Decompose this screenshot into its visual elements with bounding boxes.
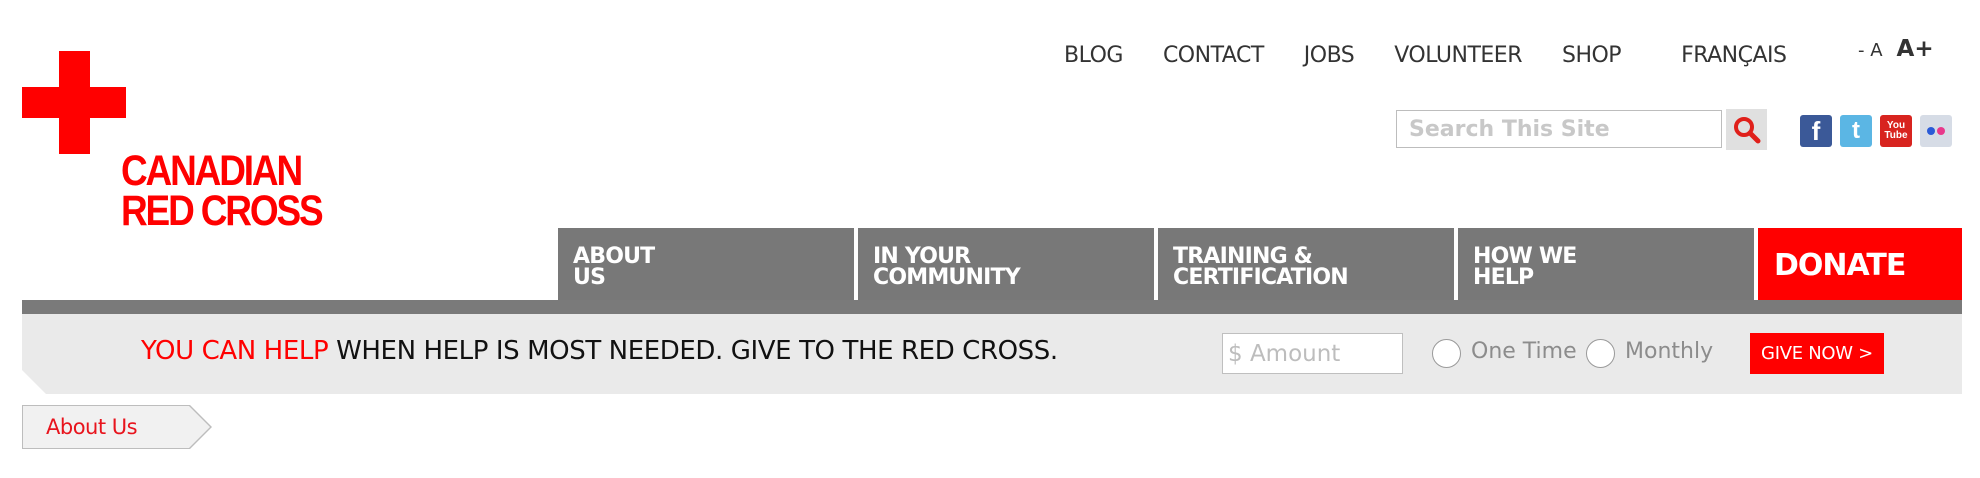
- nav-link-blog[interactable]: BLOG: [1064, 43, 1123, 68]
- increase-font-button[interactable]: A+: [1897, 36, 1934, 62]
- nav-label-line-1: ABOUT: [573, 244, 655, 269]
- main-nav-in-your-community[interactable]: IN YOUR COMMUNITY: [858, 228, 1154, 300]
- nav-link-jobs[interactable]: JOBS: [1304, 43, 1355, 68]
- nav-link-volunteer[interactable]: VOLUNTEER: [1394, 43, 1522, 68]
- breadcrumb: About Us: [22, 405, 214, 451]
- search-input[interactable]: [1396, 110, 1722, 148]
- flickr-icon[interactable]: [1920, 115, 1952, 147]
- logo-line-1: CANADIAN: [121, 147, 303, 195]
- twitter-icon[interactable]: t: [1840, 115, 1872, 147]
- social-links: f t You Tube: [1800, 115, 1960, 147]
- main-nav-training-certification[interactable]: TRAINING & CERTIFICATION: [1158, 228, 1454, 300]
- breadcrumb-about-us[interactable]: About Us: [46, 415, 138, 439]
- utility-nav: BLOG CONTACT JOBS VOLUNTEER SHOP FRANÇAI…: [1064, 40, 1835, 70]
- monthly-label: Monthly: [1625, 339, 1714, 364]
- donation-amount-input[interactable]: [1222, 333, 1403, 374]
- donate-banner-message: YOU CAN HELP WHEN HELP IS MOST NEEDED. G…: [141, 336, 1058, 366]
- nav-label-line-2: US: [573, 265, 606, 290]
- decrease-font-button[interactable]: - A: [1858, 40, 1883, 61]
- donate-banner-highlight: YOU CAN HELP: [141, 336, 329, 366]
- logo-wordmark: CANADIAN RED CROSS: [121, 147, 324, 235]
- nav-label-line-1: HOW WE: [1473, 244, 1577, 269]
- search-icon: [1733, 116, 1760, 143]
- flickr-dot-pink: [1937, 127, 1945, 135]
- main-nav-about-us[interactable]: ABOUT US: [558, 228, 854, 300]
- language-toggle[interactable]: FRANÇAIS: [1681, 43, 1787, 68]
- donate-banner-text: WHEN HELP IS MOST NEEDED. GIVE TO THE RE…: [328, 336, 1058, 366]
- main-nav: ABOUT US IN YOUR COMMUNITY TRAINING & CE…: [558, 228, 1962, 300]
- monthly-radio[interactable]: [1586, 339, 1615, 368]
- youtube-icon[interactable]: You Tube: [1880, 115, 1912, 147]
- facebook-icon[interactable]: f: [1800, 115, 1832, 147]
- logo-line-2: RED CROSS: [121, 187, 324, 235]
- give-now-button[interactable]: GIVE NOW >: [1750, 333, 1884, 374]
- search-button[interactable]: [1726, 109, 1767, 150]
- facebook-glyph: f: [1811, 115, 1821, 146]
- nav-label-line-1: IN YOUR: [873, 244, 971, 269]
- font-size-controls: - A A+: [1858, 36, 1934, 62]
- canadian-red-cross-logo[interactable]: CANADIAN RED CROSS: [22, 51, 332, 235]
- nav-label-line-2: HELP: [1473, 265, 1534, 290]
- one-time-radio[interactable]: [1432, 339, 1461, 368]
- flickr-dot-blue: [1927, 127, 1935, 135]
- nav-label-line-2: COMMUNITY: [873, 265, 1021, 290]
- donate-nav-button[interactable]: DONATE: [1758, 228, 1962, 300]
- nav-underline-bar: [22, 300, 1962, 314]
- nav-link-shop[interactable]: SHOP: [1562, 43, 1622, 68]
- nav-link-contact[interactable]: CONTACT: [1163, 43, 1264, 68]
- youtube-glyph-bottom: Tube: [1884, 130, 1908, 141]
- one-time-label: One Time: [1471, 339, 1577, 364]
- nav-label-line-2: CERTIFICATION: [1173, 265, 1349, 290]
- red-cross-icon-bar: [22, 87, 126, 118]
- twitter-glyph: t: [1852, 117, 1860, 144]
- main-nav-how-we-help[interactable]: HOW WE HELP: [1458, 228, 1754, 300]
- nav-label-line-1: TRAINING &: [1173, 244, 1313, 269]
